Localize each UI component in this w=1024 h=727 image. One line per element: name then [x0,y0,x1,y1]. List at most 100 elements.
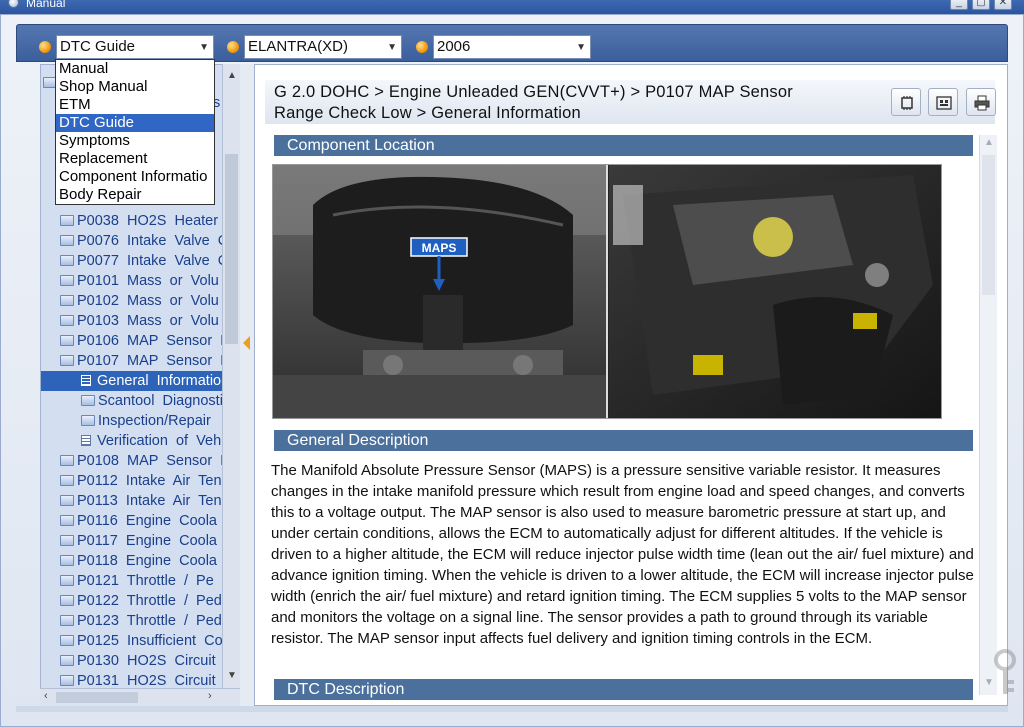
key-watermark-icon [994,649,1016,694]
dropdown-option[interactable]: Body Repair [56,186,214,204]
tree-item-label: P0076 Intake Valve C [77,233,223,249]
tree-item-label: P0125 Insufficient Co [77,633,223,649]
vehicle-select[interactable]: ELANTRA(XD) ▼ [244,35,402,59]
tree-item-label: P0106 MAP Sensor R [77,333,223,349]
connector-view-button[interactable] [928,88,958,116]
collapse-panel-icon[interactable] [243,336,250,350]
tree-subitem[interactable]: Verification of Vehi [41,431,223,451]
tree-item-label: P0122 Throttle / Ped [77,593,222,609]
tree-item[interactable]: P0077 Intake Valve C [41,251,223,271]
section-general-description: General Description [274,430,973,451]
close-icon[interactable]: ✕ [994,0,1012,10]
dropdown-option[interactable]: Manual [56,60,214,78]
folder-icon [60,455,74,466]
folder-icon [60,235,74,246]
tree-item[interactable]: P0101 Mass or Volu [41,271,223,291]
tree-item[interactable]: P0112 Intake Air Ten [41,471,223,491]
status-strip [16,706,1008,712]
tree-item-label: Scantool Diagnosti [98,393,223,409]
tree-item-label: P0038 HO2S Heater [77,213,223,229]
tree-item[interactable]: P0102 Mass or Volu [41,291,223,311]
dropdown-option[interactable]: Replacement [56,150,214,168]
maximize-icon[interactable]: ▢ [972,0,990,10]
manual-type-select[interactable]: DTC Guide ▼ [56,35,214,59]
folder-icon [60,655,74,666]
manual-type-value: DTC Guide [60,38,136,55]
tree-item[interactable]: P0107 MAP Sensor R [41,351,223,371]
folder-icon [60,295,74,306]
tree-horizontal-scrollbar[interactable]: ‹ › [40,688,240,706]
folder-icon [60,275,74,286]
tree-item[interactable]: P0122 Throttle / Ped [41,591,223,611]
folder-icon [60,515,74,526]
component-view-button[interactable] [891,88,921,116]
tree-scroll-thumb[interactable] [225,154,238,344]
tree-item[interactable]: P0130 HO2S Circuit [41,651,223,671]
folder-icon [60,595,74,606]
tree-item[interactable]: P0108 MAP Sensor F [41,451,223,471]
folder-icon [60,615,74,626]
scroll-up-arrow-icon[interactable]: ▲ [226,70,238,84]
print-button[interactable] [966,88,996,116]
window-title: Manual [26,0,66,10]
tree-item-label: P0108 MAP Sensor F [77,453,223,469]
minimize-icon[interactable]: _ [950,0,968,10]
dropdown-option[interactable]: DTC Guide [56,114,214,132]
tree-item[interactable]: P0117 Engine Coola [41,531,223,551]
scroll-up-arrow-icon[interactable]: ▲ [983,137,995,148]
content-vertical-scrollbar[interactable]: ▲ ▼ [979,135,997,695]
scroll-right-arrow-icon[interactable]: › [208,690,220,702]
tree-item[interactable]: P0103 Mass or Volu [41,311,223,331]
year-select[interactable]: 2006 ▼ [433,35,591,59]
content-pane: G 2.0 DOHC > Engine Unleaded GEN(CVVT+) … [254,64,1008,706]
tree-item-label: P0112 Intake Air Ten [77,473,222,489]
folder-icon [60,575,74,586]
maps-callout-label: MAPS [422,241,457,255]
tree-vertical-scrollbar[interactable]: ▲ ▼ [222,64,240,688]
tree-item[interactable]: P0106 MAP Sensor R [41,331,223,351]
tree-hscroll-thumb[interactable] [56,692,138,703]
tree-item[interactable]: P0125 Insufficient Co [41,631,223,651]
content-scroll-thumb[interactable] [982,155,995,295]
folder-icon [60,555,74,566]
tree-item[interactable]: P0121 Throttle / Pe [41,571,223,591]
tree-item[interactable]: P0116 Engine Coola [41,511,223,531]
tree-item-label: P0131 HO2S Circuit I [77,673,223,689]
dropdown-option[interactable]: Component Informatio [56,168,214,186]
folder-icon [60,475,74,486]
tree-item[interactable]: P0076 Intake Valve C [41,231,223,251]
dropdown-option[interactable]: ETM [56,96,214,114]
tree-subitem[interactable]: Inspection/Repair [41,411,223,431]
breadcrumb-line-1: G 2.0 DOHC > Engine Unleaded GEN(CVVT+) … [274,83,793,101]
tree-item-label: P0116 Engine Coola [77,513,218,529]
document-icon [81,435,91,446]
tree-item[interactable]: P0123 Throttle / Ped [41,611,223,631]
folder-icon [81,415,95,426]
dropdown-option[interactable]: Symptoms [56,132,214,150]
dropdown-option[interactable]: Shop Manual [56,78,214,96]
tree-item-label: P0102 Mass or Volu [77,293,219,309]
section-component-location: Component Location [274,135,973,156]
tree-subitem[interactable]: General Information [41,371,223,391]
tree-item-label: P0123 Throttle / Ped [77,613,222,629]
year-value: 2006 [437,38,471,55]
tree-item[interactable]: P0038 HO2S Heater [41,211,223,231]
tree-item-label: Inspection/Repair [98,413,211,429]
chevron-down-icon: ▼ [576,42,586,53]
chevron-down-icon: ▼ [387,42,397,53]
print-icon [974,95,990,111]
breadcrumb: G 2.0 DOHC > Engine Unleaded GEN(CVVT+) … [274,82,864,124]
section-dtc-description: DTC Description [274,679,973,700]
tree-item[interactable]: P0118 Engine Coola [41,551,223,571]
scroll-down-arrow-icon[interactable]: ▼ [226,670,238,684]
tree-item-label: P0121 Throttle / Pe [77,573,214,589]
folder-icon [60,255,74,266]
tree-subitem[interactable]: Scantool Diagnosti [41,391,223,411]
component-icon [901,96,913,110]
scroll-left-arrow-icon[interactable]: ‹ [44,690,56,702]
manual-type-dropdown: Manual Shop Manual ETM DTC Guide Symptoms Rep… [55,59,215,205]
panel-splitter[interactable] [240,64,254,706]
tree-item[interactable]: P0113 Intake Air Ten [41,491,223,511]
tree-item-label: P0117 Engine Coola [77,533,218,549]
tree-item-label: P0077 Intake Valve C [77,253,223,269]
